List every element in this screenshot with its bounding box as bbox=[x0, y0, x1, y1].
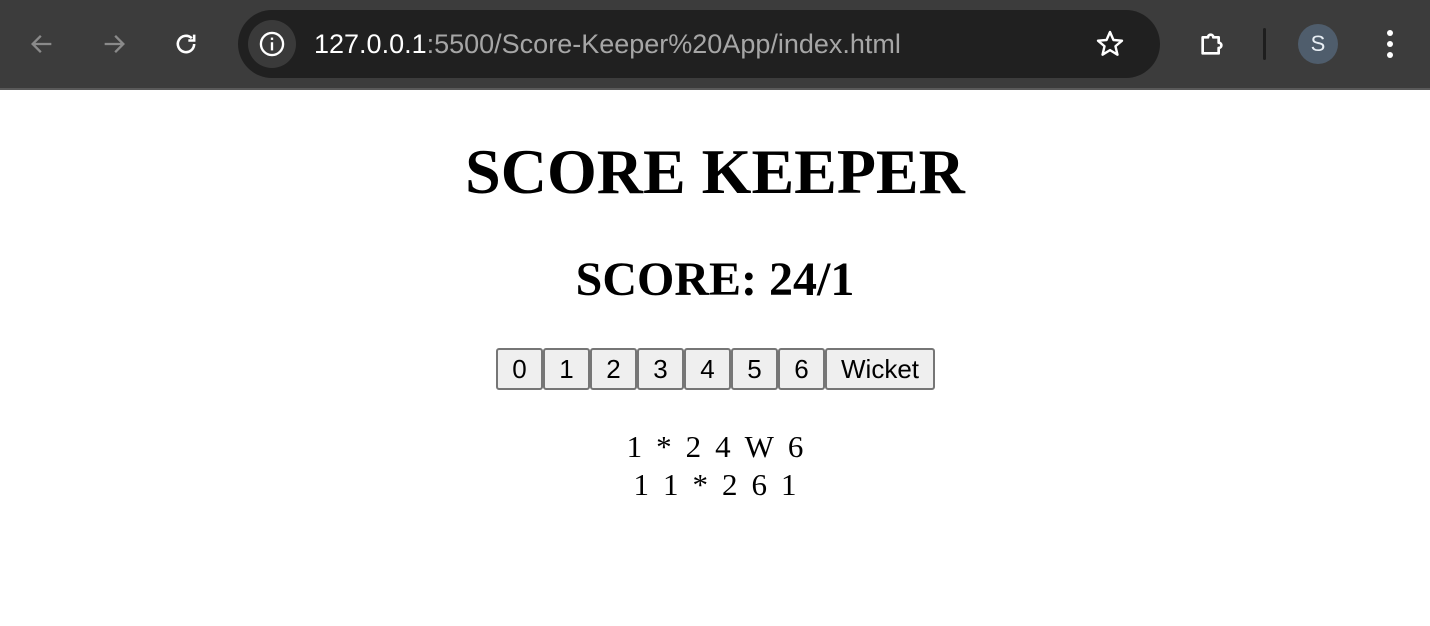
back-button[interactable] bbox=[20, 22, 64, 66]
over-row: 1 * 2 4 W 6 bbox=[0, 428, 1430, 466]
ball-result: 6 bbox=[751, 467, 768, 502]
run-6-button[interactable]: 6 bbox=[778, 348, 825, 390]
ball-result: W bbox=[744, 429, 774, 464]
run-3-button[interactable]: 3 bbox=[637, 348, 684, 390]
extensions-button[interactable] bbox=[1190, 22, 1234, 66]
page-content: SCORE KEEPER SCORE: 24/1 0 1 2 3 4 5 6 W… bbox=[0, 92, 1430, 626]
forward-arrow-icon bbox=[104, 35, 125, 53]
bookmark-star-button[interactable] bbox=[1090, 24, 1130, 64]
ball-result: 2 bbox=[722, 467, 738, 502]
reload-icon bbox=[176, 34, 196, 54]
url-path: :5500/Score-Keeper%20App/index.html bbox=[426, 29, 901, 59]
ball-result: 6 bbox=[787, 429, 804, 464]
reload-button[interactable] bbox=[164, 22, 208, 66]
browser-toolbar: 127.0.0.1:5500/Score-Keeper%20App/index.… bbox=[0, 0, 1430, 90]
url-text[interactable]: 127.0.0.1:5500/Score-Keeper%20App/index.… bbox=[314, 26, 901, 62]
ball-result: 2 bbox=[685, 429, 702, 464]
run-0-button[interactable]: 0 bbox=[496, 348, 543, 390]
ball-result: * bbox=[692, 467, 709, 502]
site-info-button[interactable] bbox=[248, 20, 296, 68]
address-bar[interactable]: 127.0.0.1:5500/Score-Keeper%20App/index.… bbox=[238, 10, 1160, 78]
url-host: 127.0.0.1 bbox=[314, 29, 427, 59]
run-2-button[interactable]: 2 bbox=[590, 348, 637, 390]
run-1-button[interactable]: 1 bbox=[543, 348, 590, 390]
star-icon bbox=[1096, 30, 1124, 56]
score-display: SCORE: 24/1 bbox=[575, 253, 855, 306]
forward-button[interactable] bbox=[92, 22, 136, 66]
ball-result: 1 bbox=[663, 467, 679, 502]
ball-result: 1 bbox=[633, 467, 650, 502]
toolbar-divider bbox=[1263, 28, 1266, 60]
puzzle-icon bbox=[1201, 33, 1223, 55]
over-history: 1 * 2 4 W 6 1 1 * 2 6 1 bbox=[0, 428, 1430, 504]
run-4-button[interactable]: 4 bbox=[684, 348, 731, 390]
run-buttons: 0 1 2 3 4 5 6 Wicket bbox=[496, 348, 935, 390]
kebab-menu-icon bbox=[1387, 30, 1393, 58]
page-title: SCORE KEEPER bbox=[465, 136, 965, 207]
ball-result: 1 bbox=[781, 467, 797, 502]
browser-menu-button[interactable] bbox=[1372, 22, 1408, 66]
wicket-button[interactable]: Wicket bbox=[825, 348, 935, 390]
ball-result: 4 bbox=[715, 429, 731, 464]
info-icon bbox=[259, 31, 285, 57]
run-5-button[interactable]: 5 bbox=[731, 348, 778, 390]
ball-result: 1 bbox=[626, 429, 643, 464]
over-row: 1 1 * 2 6 1 bbox=[0, 466, 1430, 504]
ball-result: * bbox=[656, 429, 672, 464]
profile-avatar[interactable]: S bbox=[1298, 24, 1338, 64]
back-arrow-icon bbox=[31, 35, 52, 53]
